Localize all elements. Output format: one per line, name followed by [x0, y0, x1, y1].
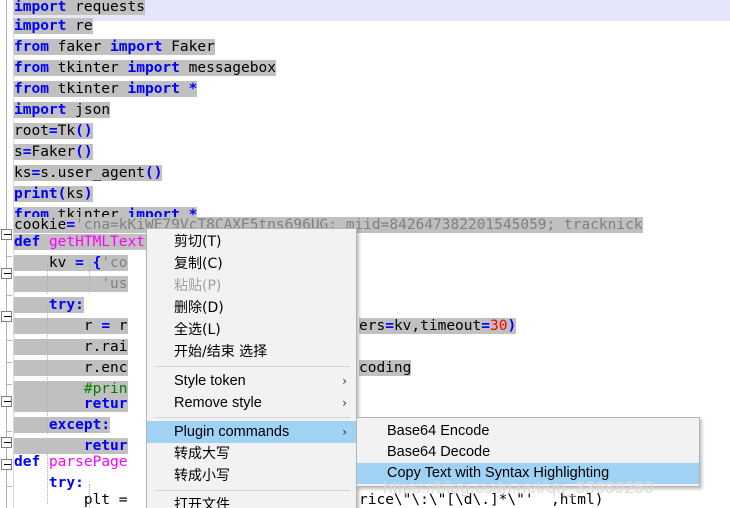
- context-menu-item-cut[interactable]: 剪切(T): [147, 231, 356, 253]
- fold-tick: [6, 256, 12, 257]
- indent-guide: [89, 264, 90, 294]
- code-line-6: import json: [14, 102, 111, 118]
- code-line-19: r.enc: [14, 358, 128, 379]
- code-line-4: from tkinter import messagebox: [14, 60, 276, 76]
- context-menu-item-label: 删除(D): [174, 300, 224, 316]
- screenshot-root: import requests import re from faker imp…: [0, 0, 730, 508]
- chevron-right-icon: ›: [342, 396, 347, 410]
- context-menu-separator-1: [155, 366, 350, 367]
- fold-tick: [6, 295, 12, 296]
- plugin-commands-submenu[interactable]: Base64 Encode Base64 Decode Copy Text wi…: [356, 417, 700, 487]
- fold-tick: [6, 362, 12, 363]
- indent-guide: [47, 452, 48, 504]
- text-caret: [114, 414, 122, 435]
- submenu-item-base64-decode[interactable]: Base64 Decode: [357, 442, 699, 463]
- context-menu-item-to-uppercase[interactable]: 转成大写: [147, 443, 356, 465]
- context-menu-item-delete[interactable]: 删除(D): [147, 297, 356, 319]
- context-menu-item-label: 复制(C): [174, 256, 223, 272]
- context-menu-item-copy[interactable]: 复制(C): [147, 253, 356, 275]
- fold-box-except[interactable]: [1, 396, 12, 407]
- chevron-right-icon: ›: [342, 425, 347, 439]
- code-line-15: 'us: [14, 274, 128, 295]
- context-menu-item-label: Plugin commands: [174, 424, 290, 440]
- fold-box-try[interactable]: [1, 311, 12, 322]
- code-line-19-tail: coding: [359, 360, 412, 376]
- indent-guide: [47, 306, 48, 434]
- submenu-item-label: Base64 Encode: [387, 423, 490, 439]
- context-menu-item-label: 打开文件: [174, 497, 230, 508]
- submenu-item-label: Base64 Decode: [387, 444, 491, 460]
- watermark-text: https://blog.csdn.net/qq_33689250: [383, 478, 654, 497]
- code-line-2: import re: [14, 18, 93, 34]
- context-menu-item-plugin-commands[interactable]: Plugin commands ›: [147, 421, 356, 443]
- code-line-5: from tkinter import *: [14, 81, 198, 97]
- context-menu-item-label: 全选(L): [174, 322, 221, 338]
- code-line-26: plt =: [83, 492, 128, 508]
- context-menu-item-label: 转成小写: [174, 468, 230, 484]
- code-line-24: def parsePage: [14, 454, 128, 470]
- context-menu-item-label: 转成大写: [174, 446, 230, 462]
- context-menu-item-style-token[interactable]: Style token ›: [147, 370, 356, 392]
- code-line-21: retur: [14, 394, 128, 415]
- fold-end: [6, 425, 12, 432]
- code-line-10: print(ks): [14, 186, 93, 202]
- fold-tick: [6, 384, 12, 385]
- code-line-17: r = r: [14, 316, 128, 337]
- code-line-7: root=Tk(): [14, 123, 93, 139]
- context-menu-separator-3: [155, 490, 350, 491]
- code-line-14: kv = {'co: [14, 253, 128, 274]
- indent-guide: [47, 264, 48, 294]
- code-line-3: from faker import Faker: [14, 39, 215, 55]
- code-line-18: r.rai: [14, 337, 128, 358]
- fold-tick: [6, 486, 12, 487]
- indent-guide: [89, 484, 90, 508]
- context-menu-item-label: 开始/结束 选择: [174, 344, 268, 360]
- code-line-22: except:: [14, 415, 111, 436]
- fold-box-def-gethtmltext[interactable]: [1, 229, 12, 240]
- fold-margin[interactable]: [0, 0, 14, 508]
- context-menu-item-label: Remove style: [174, 395, 262, 411]
- code-line-9: ks=s.user_agent(): [14, 165, 163, 181]
- context-menu[interactable]: 剪切(T) 复制(C) 粘贴(P) 删除(D) 全选(L) 开始/结束 选择 S…: [146, 228, 357, 508]
- context-menu-separator-2: [155, 417, 350, 418]
- code-line-17-tail: ers=kv,timeout=30): [359, 318, 517, 334]
- code-line-13: def getHTMLText(: [14, 232, 154, 253]
- fold-box-try-2[interactable]: [1, 459, 12, 470]
- context-menu-item-open-file[interactable]: 打开文件: [147, 494, 356, 508]
- context-menu-item-begin-end-select[interactable]: 开始/结束 选择: [147, 341, 356, 363]
- context-menu-item-remove-style[interactable]: Remove style ›: [147, 392, 356, 414]
- context-menu-item-select-all[interactable]: 全选(L): [147, 319, 356, 341]
- chevron-right-icon: ›: [342, 374, 347, 388]
- code-line-8: s=Faker(): [14, 144, 93, 160]
- context-menu-item-paste: 粘贴(P): [147, 275, 356, 297]
- code-line-16: try:: [14, 295, 84, 316]
- context-menu-item-label: Style token: [174, 373, 246, 389]
- text-caret-area: [99, 294, 149, 315]
- fold-box-kv[interactable]: [1, 268, 12, 279]
- submenu-item-base64-encode[interactable]: Base64 Encode: [357, 421, 699, 442]
- context-menu-item-to-lowercase[interactable]: 转成小写: [147, 465, 356, 487]
- fold-tick: [6, 340, 12, 341]
- fold-box-def-parsepage[interactable]: [1, 437, 12, 448]
- context-menu-item-label: 粘贴(P): [174, 278, 222, 294]
- context-menu-item-label: 剪切(T): [174, 234, 222, 250]
